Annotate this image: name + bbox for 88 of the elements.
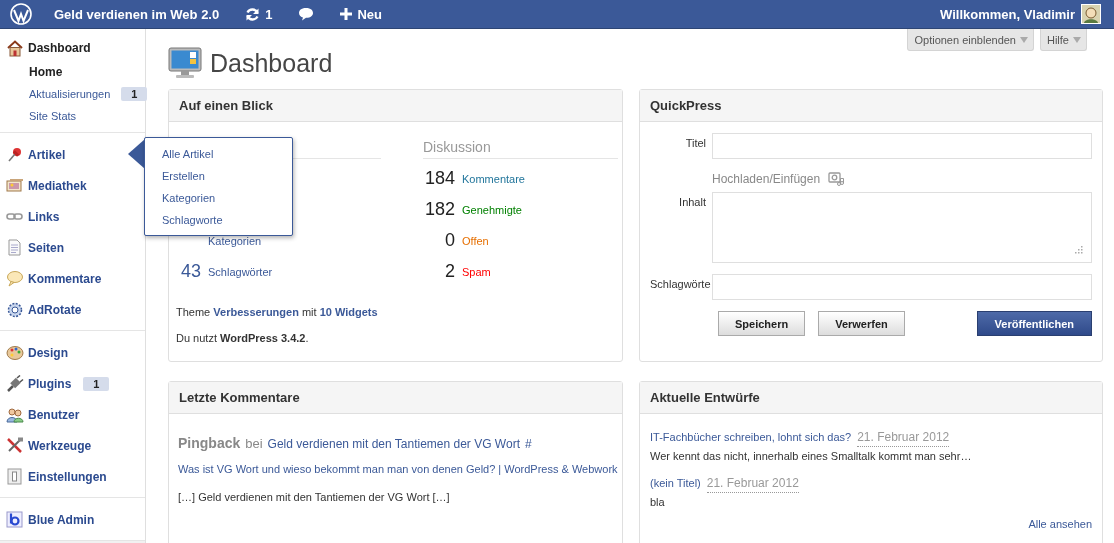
monitor-icon <box>168 47 202 79</box>
menu-item[interactable]: AdRotate <box>0 294 145 325</box>
panel-title[interactable]: Auf einen Blick <box>169 90 622 122</box>
title-input-field[interactable] <box>712 133 1092 159</box>
draft-date: 21. Februar 2012 <box>857 428 950 447</box>
tags-input-field[interactable] <box>712 274 1092 300</box>
stat-link[interactable]: Kommentare <box>462 172 525 185</box>
site-title-link[interactable]: Geld verdienen im Web 2.0 <box>54 6 220 22</box>
stat-link[interactable]: Genehmigte <box>462 203 522 216</box>
save-draft-button[interactable]: Speichern <box>718 311 806 336</box>
wordpress-logo-icon[interactable] <box>10 3 32 25</box>
resize-grip-icon <box>1074 245 1083 254</box>
avatar-icon[interactable] <box>1081 4 1101 24</box>
b-logo-icon <box>6 511 24 528</box>
panel-title[interactable]: Letzte Kommentare <box>169 382 622 414</box>
comment-source-link[interactable]: Was ist VG Wort und wieso bekommt man man von denen Geld? | WordPress & Webwork <box>178 461 618 477</box>
menu-item[interactable]: Benutzer <box>0 399 145 430</box>
screen-options-button[interactable]: Hilfe <box>1040 29 1087 51</box>
view-all-link[interactable]: Alle ansehen <box>1028 518 1092 530</box>
menu-item[interactable]: Mediathek <box>0 170 145 201</box>
menu-item[interactable]: Kommentare <box>0 263 145 294</box>
submenu-item[interactable]: Aktualisierungen 1 <box>0 83 145 105</box>
count-link[interactable]: 2 <box>423 261 455 282</box>
comment-by-text: bei <box>245 436 263 451</box>
flyout-menu-item[interactable]: Schlagworte <box>145 209 292 231</box>
speech-bubble-icon <box>6 270 24 287</box>
submenu-item[interactable]: Home <box>0 61 145 83</box>
refresh-icon <box>245 6 261 22</box>
menu-item[interactable]: Blue Admin <box>0 504 145 535</box>
new-content-link[interactable]: Neu <box>340 6 382 22</box>
caret-icon <box>1020 36 1028 43</box>
panel-title[interactable]: Aktuelle Entwürfe <box>640 382 1102 414</box>
count-link[interactable]: 184 <box>423 168 455 189</box>
screen-options-button[interactable]: Optionen einblenden <box>907 29 1034 51</box>
draft-date: 21. Februar 2012 <box>706 474 799 493</box>
caret-icon <box>1073 36 1081 43</box>
field-label: Titel <box>684 136 706 151</box>
field-label: Inhalt <box>678 195 706 210</box>
post-link[interactable]: Geld verdienen mit den Tantiemen der VG Wort <box>267 437 520 451</box>
comment-type: Pingback <box>178 435 241 451</box>
publish-button[interactable]: Veröffentlichen <box>976 311 1092 336</box>
discard-button[interactable]: Verwerfen <box>818 311 905 336</box>
count-link[interactable]: 43 <box>176 261 201 282</box>
speech-bubble-icon[interactable] <box>298 7 315 21</box>
gear-icon <box>6 301 24 318</box>
stat-link[interactable]: Spam <box>462 265 491 278</box>
palette-icon <box>6 344 24 361</box>
count-link[interactable]: 0 <box>423 230 455 251</box>
stat-link[interactable]: Kategorien <box>208 234 262 247</box>
plug-icon <box>6 375 24 392</box>
menu-item[interactable]: Einstellungen <box>0 461 145 492</box>
pushpin-icon <box>6 146 24 163</box>
column-heading: Diskussion <box>423 139 618 159</box>
version-info-text: Du nutzt WordPress 3.4.2. <box>176 331 310 346</box>
media-icon[interactable] <box>828 171 845 186</box>
people-icon <box>6 406 24 423</box>
stat-link[interactable]: Schlagwörter <box>208 265 273 278</box>
submenu-item[interactable]: Site Stats <box>0 105 145 127</box>
menu-item[interactable]: Design <box>0 337 145 368</box>
switch-icon <box>6 468 24 485</box>
menu-item[interactable]: Plugins 1 <box>0 368 145 399</box>
panel-title[interactable]: QuickPress <box>640 90 1102 122</box>
menu-item[interactable]: Seiten <box>0 232 145 263</box>
menu-item[interactable]: Links <box>0 201 145 232</box>
comment-excerpt: […] Geld verdienen mit den Tantiemen der VG Wort […] <box>178 490 451 505</box>
flyout-menu-item[interactable]: Kategorien <box>145 187 292 209</box>
upload-link[interactable]: Hochladen/Einfügen <box>712 171 821 186</box>
house-icon <box>6 39 24 57</box>
flyout-menu-item[interactable]: Erstellen <box>145 165 292 187</box>
draft-excerpt: bla <box>650 495 666 510</box>
page-icon <box>6 239 24 256</box>
page-title: Dashboard <box>210 48 333 78</box>
draft-link[interactable]: (kein Titel) <box>650 474 701 492</box>
updates-link[interactable]: 1 <box>245 6 273 22</box>
update-count-badge: 1 <box>83 376 110 391</box>
permalink-link[interactable]: # <box>524 437 532 451</box>
draft-link[interactable]: IT-Fachbücher schreiben, lohnt sich das? <box>650 428 852 446</box>
tools-icon <box>6 437 24 454</box>
photo-icon <box>6 177 24 194</box>
count-link[interactable]: 182 <box>423 199 455 220</box>
theme-info-text: Theme Verbesserungen mit 10 Widgets <box>176 305 379 320</box>
plus-icon <box>340 8 353 20</box>
draft-excerpt: Wer kennt das nicht, innerhalb eines Smalltalk kommt man sehr… <box>650 449 973 464</box>
flyout-menu-item[interactable]: Alle Artikel <box>145 143 292 165</box>
greeting-link[interactable]: Willkommen, Vladimir <box>940 6 1075 22</box>
update-count-badge: 1 <box>121 87 148 101</box>
menu-item[interactable]: Dashboard <box>0 35 145 61</box>
menu-item[interactable]: Werkzeuge <box>0 430 145 461</box>
